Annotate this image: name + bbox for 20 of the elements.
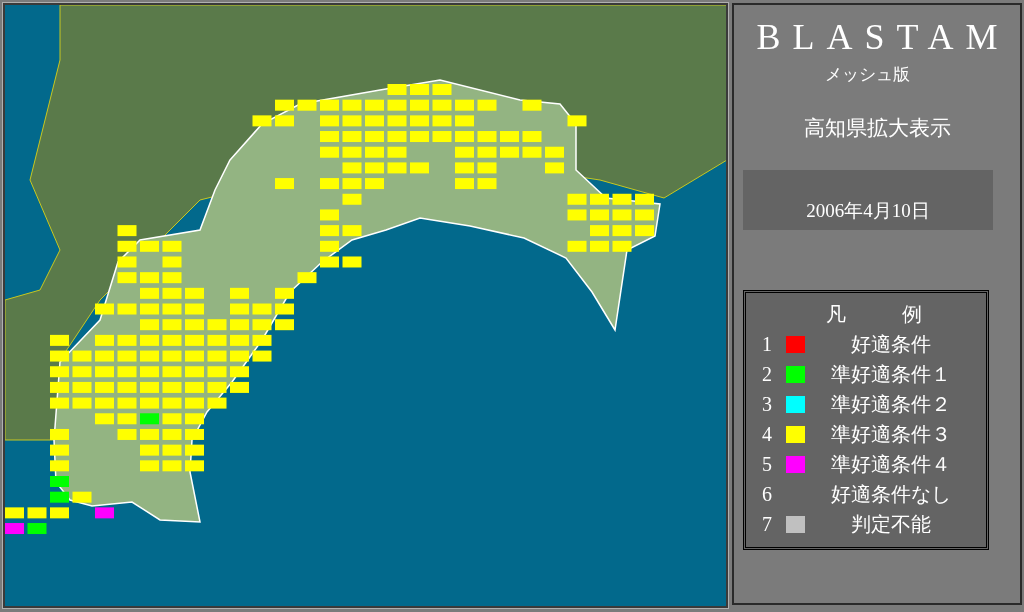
legend-label: 準好適条件３ xyxy=(830,421,952,447)
view-label: 高知県拡大表示 xyxy=(803,115,951,142)
legend-label: 好適条件なし xyxy=(830,481,952,507)
legend-number: 3 xyxy=(762,392,773,416)
legend-number: 7 xyxy=(762,512,773,536)
legend-label: 好適条件 xyxy=(850,331,932,357)
legend-number: 2 xyxy=(762,362,773,386)
legend-number: 6 xyxy=(762,482,773,506)
legend-title: 例 xyxy=(902,302,922,327)
legend-label: 判定不能 xyxy=(850,511,932,537)
app-title: BLASTAM xyxy=(755,17,1010,57)
legend-number: 5 xyxy=(762,452,773,476)
legend-label: 準好適条件２ xyxy=(830,391,952,417)
legend-number: 4 xyxy=(762,422,773,446)
legend-number: 1 xyxy=(762,332,773,356)
legend-label: 準好適条件４ xyxy=(830,451,952,477)
legend-label: 準好適条件１ xyxy=(830,361,952,387)
app-subtitle: メッシュ版 xyxy=(824,64,910,86)
date-display: 2006年4月10日 xyxy=(743,170,993,230)
legend-title: 凡 xyxy=(826,302,846,327)
